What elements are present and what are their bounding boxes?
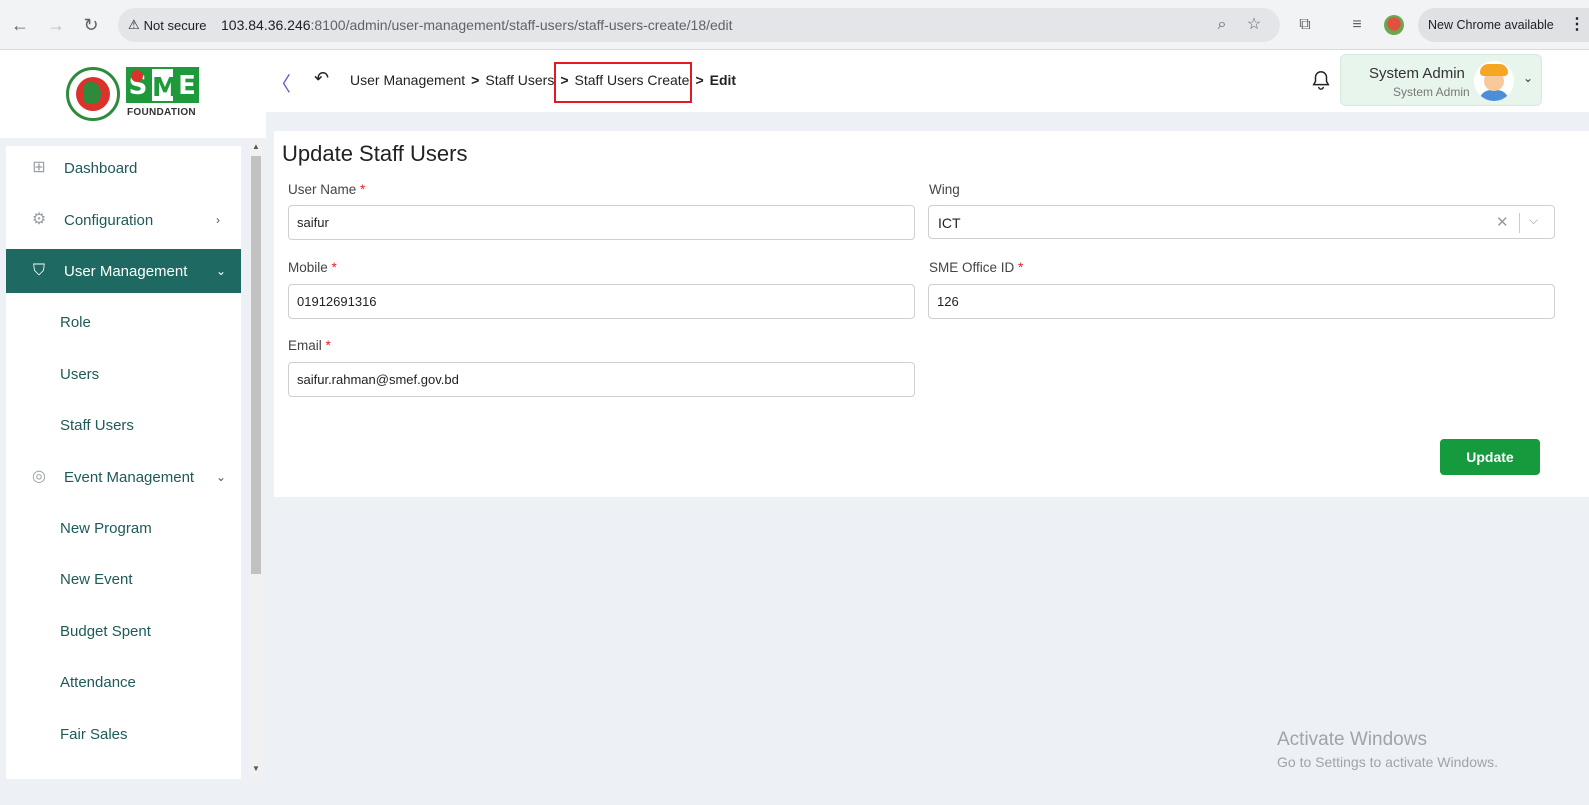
sme-office-id-input[interactable] — [928, 284, 1555, 319]
sidebar-scrollbar[interactable]: ▲ ▼ — [249, 138, 263, 779]
sidebar-item-budget-spent[interactable]: Budget Spent — [60, 623, 151, 640]
sidebar-item-attendance[interactable]: Attendance — [60, 674, 136, 691]
bell-icon[interactable] — [1310, 68, 1332, 92]
sidebar-item-staff-users[interactable]: Staff Users — [60, 417, 134, 434]
highlight-box — [554, 62, 692, 103]
email-label: Email * — [288, 338, 331, 353]
wing-select[interactable]: ICT ✕ ⌵ — [928, 205, 1555, 239]
breadcrumb-edit: Edit — [709, 72, 737, 88]
chevron-down-icon: ⌄ — [216, 264, 227, 278]
top-header: 〈 ↶ User Management > Staff Users > Staf… — [266, 50, 1589, 112]
sidebar-item-event-management[interactable]: ◎ Event Management ⌄ — [6, 455, 241, 499]
activate-windows-subtitle: Go to Settings to activate Windows. — [1277, 754, 1498, 770]
profile-avatar-icon[interactable] — [1384, 15, 1404, 35]
user-name-input[interactable] — [288, 205, 915, 240]
forward-arrow-icon[interactable]: → — [44, 13, 68, 37]
chevron-right-icon: > — [471, 72, 480, 88]
reload-icon[interactable]: ↻ — [79, 13, 103, 37]
browser-toolbar: ← → ↻ ⚠ Not secure 103.84.36.246:8100/ad… — [0, 0, 1589, 50]
breadcrumb-staff-users[interactable]: Staff Users — [485, 72, 554, 88]
sidebar-item-fair-sales[interactable]: Fair Sales — [60, 726, 128, 743]
wing-selected-value: ICT — [938, 215, 961, 231]
chevron-down-icon[interactable]: ⌵ — [1529, 213, 1538, 228]
bookmark-star-icon[interactable]: ☆ — [1244, 15, 1264, 35]
sidebar-collapse-icon[interactable]: 〈 — [271, 68, 291, 97]
undo-back-icon[interactable]: ↶ — [314, 68, 329, 89]
user-profile-menu[interactable]: System Admin System Admin ⌄ — [1340, 54, 1542, 106]
sidebar-item-user-management[interactable]: ⛉ User Management ⌄ — [6, 249, 241, 293]
chrome-menu-icon[interactable]: ⋮ — [1569, 8, 1585, 42]
extensions-icon[interactable]: ⧉ — [1294, 14, 1316, 36]
government-emblem-logo — [66, 67, 120, 121]
sidebar-item-configuration[interactable]: ⚙ Configuration › — [6, 198, 241, 242]
update-staff-user-form: Update Staff Users User Name * Wing ICT … — [274, 131, 1589, 497]
scroll-up-icon[interactable]: ▲ — [252, 143, 260, 151]
zoom-icon[interactable]: ⌕ — [1212, 15, 1232, 35]
sme-office-id-label: SME Office ID * — [929, 260, 1024, 275]
back-arrow-icon[interactable]: ← — [8, 13, 32, 37]
user-name-label: User Name * — [288, 182, 366, 197]
scroll-thumb[interactable] — [251, 156, 261, 574]
chevron-down-icon: ⌄ — [1523, 71, 1534, 85]
chevron-right-icon: › — [216, 213, 220, 227]
email-input[interactable] — [288, 362, 915, 397]
warning-icon: ⚠ — [128, 17, 140, 32]
wing-label: Wing — [929, 182, 960, 197]
chevron-right-icon: > — [695, 72, 704, 88]
sidebar-item-dashboard[interactable]: ⊞ Dashboard — [6, 146, 241, 190]
update-button[interactable]: Update — [1440, 439, 1540, 475]
url-text[interactable]: 103.84.36.246:8100/admin/user-management… — [221, 17, 733, 33]
sidebar-item-new-program[interactable]: New Program — [60, 520, 152, 537]
new-chrome-available-button[interactable]: New Chrome available ⋮ — [1418, 8, 1589, 42]
avatar — [1474, 61, 1514, 101]
select-divider — [1519, 213, 1520, 233]
sidebar-item-role[interactable]: Role — [60, 314, 91, 331]
sidebar-item-users[interactable]: Users — [60, 366, 99, 383]
activate-windows-title: Activate Windows — [1277, 729, 1427, 750]
mobile-label: Mobile * — [288, 260, 337, 275]
brand-logo: S M E FOUNDATION — [0, 50, 266, 138]
page-title: Update Staff Users — [282, 141, 468, 166]
user-role: System Admin — [1393, 85, 1470, 99]
clear-icon[interactable]: ✕ — [1496, 213, 1509, 231]
security-indicator[interactable]: ⚠ Not secure — [128, 16, 207, 34]
grid-icon: ⊞ — [32, 159, 46, 176]
config-icon: ⚙ — [31, 211, 47, 228]
sidebar-item-new-event[interactable]: New Event — [60, 571, 133, 588]
breadcrumb-user-management[interactable]: User Management — [350, 72, 465, 88]
mobile-input[interactable] — [288, 284, 915, 319]
chevron-down-icon: ⌄ — [216, 470, 227, 484]
media-controls-icon[interactable]: ≡ — [1346, 14, 1368, 36]
logo-subtitle: FOUNDATION — [127, 107, 196, 118]
address-bar[interactable]: ⚠ Not secure 103.84.36.246:8100/admin/us… — [118, 8, 1280, 42]
user-name: System Admin — [1369, 65, 1465, 82]
sidebar: ⊞ Dashboard ⚙ Configuration › ⛉ User Man… — [6, 146, 241, 779]
shield-user-icon: ⛉ — [32, 262, 45, 279]
lock-icon: ◎ — [32, 468, 46, 485]
logo-red-dot — [131, 70, 143, 82]
scroll-down-icon[interactable]: ▼ — [252, 765, 260, 773]
